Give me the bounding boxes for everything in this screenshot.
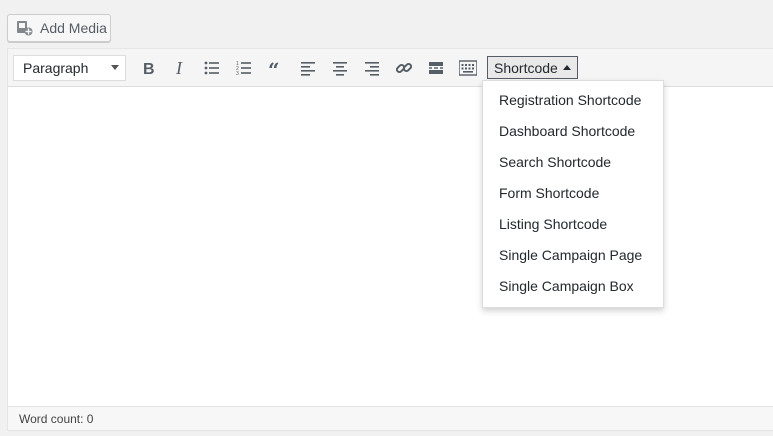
chevron-down-icon [111,65,119,70]
align-left-button[interactable] [292,53,324,83]
svg-text:“: “ [268,60,280,76]
paragraph-format-select[interactable]: Paragraph [13,54,126,81]
bold-button[interactable]: B [132,53,164,83]
add-media-button[interactable]: Add Media [7,14,111,42]
toolbar-toggle-button[interactable] [452,53,484,83]
menu-item-single-campaign-page[interactable]: Single Campaign Page [483,240,663,271]
format-select-value: Paragraph [23,59,89,76]
menu-item-listing-shortcode[interactable]: Listing Shortcode [483,209,663,240]
menu-item-search-shortcode[interactable]: Search Shortcode [483,147,663,178]
bullet-list-button[interactable] [196,53,228,83]
chevron-up-icon [562,65,571,70]
menu-item-registration-shortcode[interactable]: Registration Shortcode [483,85,663,116]
media-icon [16,19,34,37]
svg-text:3: 3 [236,71,239,76]
word-count: Word count: 0 [19,411,94,426]
align-right-icon [365,61,379,76]
link-icon [395,62,413,73]
bold-icon: B [143,61,155,76]
numbered-list-icon: 1 2 3 [236,61,251,76]
svg-text:B: B [143,61,155,76]
shortcode-menu: Registration Shortcode Dashboard Shortco… [482,80,664,308]
bullet-list-icon [204,61,219,74]
read-more-icon [429,61,443,74]
align-left-icon [301,61,315,76]
shortcode-label: Shortcode [494,59,558,76]
numbered-list-button[interactable]: 1 2 3 [228,53,260,83]
italic-button[interactable]: I [164,53,196,83]
menu-item-dashboard-shortcode[interactable]: Dashboard Shortcode [483,116,663,147]
read-more-button[interactable] [420,53,452,83]
menu-item-single-campaign-box[interactable]: Single Campaign Box [483,271,663,302]
align-center-button[interactable] [324,53,356,83]
menu-item-form-shortcode[interactable]: Form Shortcode [483,178,663,209]
editor-status-bar: Word count: 0 [8,406,773,430]
italic-icon: I [175,60,183,76]
blockquote-icon: “ [268,60,280,76]
shortcode-dropdown-button[interactable]: Shortcode [487,56,578,79]
svg-text:I: I [175,60,183,76]
link-button[interactable] [388,53,420,83]
align-right-button[interactable] [356,53,388,83]
add-media-label: Add Media [40,20,107,36]
align-center-icon [333,61,347,76]
toolbar-toggle-icon [459,59,477,76]
blockquote-button[interactable]: “ [260,53,292,83]
